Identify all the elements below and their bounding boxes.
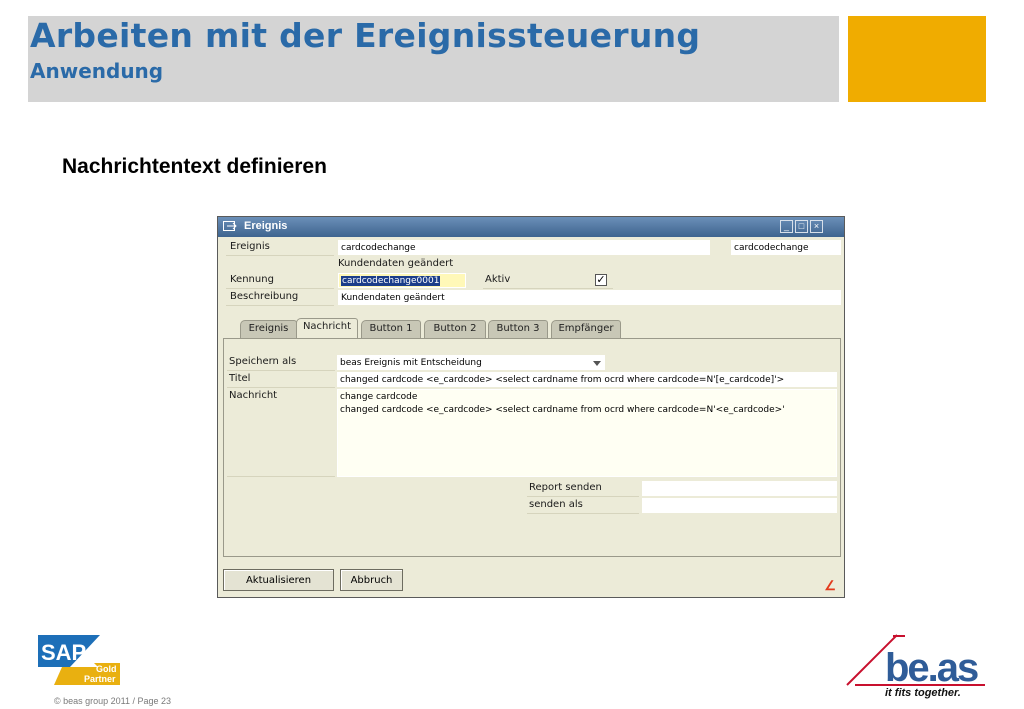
window-title: Ereignis: [244, 220, 288, 232]
senden-als-field[interactable]: [642, 498, 837, 513]
ereignis-description: Kundendaten geändert: [338, 258, 454, 269]
separator: [227, 387, 335, 388]
section-heading: Nachrichtentext definieren: [62, 155, 327, 178]
window-icon: [223, 221, 237, 232]
tab-nachricht[interactable]: Nachricht: [296, 318, 358, 339]
tab-empfaenger[interactable]: Empfänger: [551, 320, 621, 338]
maximize-button[interactable]: □: [795, 220, 808, 233]
chevron-down-icon[interactable]: [593, 361, 601, 366]
tab-ereignis[interactable]: Ereignis: [240, 320, 297, 338]
titel-label: Titel: [229, 373, 251, 384]
report-senden-label: Report senden: [529, 482, 602, 493]
close-button[interactable]: ×: [810, 220, 823, 233]
sap-logo-text: SAP: [41, 640, 86, 665]
sap-gold-partner-logo: SAP Gold Partner: [38, 635, 120, 685]
separator: [226, 255, 334, 256]
sap-badge-line2: Partner: [84, 674, 116, 684]
nachricht-line: change cardcode: [340, 392, 418, 402]
aktiv-label: Aktiv: [485, 274, 511, 285]
report-senden-field[interactable]: [642, 481, 837, 496]
separator: [227, 476, 335, 477]
nachricht-line: changed cardcode <e_cardcode> <select ca…: [340, 405, 785, 415]
slide-subtitle: Anwendung: [30, 59, 164, 83]
tab-button-1[interactable]: Button 1: [361, 320, 421, 338]
nachricht-tab-panel: Speichern als beas Ereignis mit Entschei…: [223, 338, 841, 557]
beas-tagline: it fits together.: [885, 687, 961, 699]
ereignis-code-field[interactable]: cardcodechange: [731, 240, 841, 255]
separator: [527, 496, 639, 497]
slide-title: Arbeiten mit der Ereignissteuerung: [30, 16, 701, 55]
kennung-label: Kennung: [230, 274, 274, 285]
ereignis-field[interactable]: cardcodechange: [338, 240, 710, 255]
separator: [483, 288, 613, 289]
aktiv-checkbox[interactable]: ✓: [595, 274, 607, 286]
kennung-value: cardcodechange0001: [341, 276, 441, 286]
minimize-button[interactable]: _: [780, 220, 793, 233]
header-accent-block: [848, 16, 986, 102]
beschreibung-field[interactable]: Kundendaten geändert: [338, 290, 841, 305]
page-footer: © beas group 2011 / Page 23: [54, 696, 172, 706]
separator: [527, 513, 639, 514]
beas-logo-text: be.as: [885, 646, 978, 690]
separator: [226, 305, 334, 306]
ereignis-window: Ereignis _ □ × Ereignis cardcodechange c…: [217, 216, 845, 598]
abbruch-button[interactable]: Abbruch: [340, 569, 403, 591]
nachricht-label: Nachricht: [229, 390, 278, 401]
separator: [227, 370, 335, 371]
senden-als-label: senden als: [529, 499, 583, 510]
aktualisieren-button[interactable]: Aktualisieren: [223, 569, 334, 591]
separator: [226, 288, 334, 289]
resize-grip-icon[interactable]: ∠: [824, 579, 836, 592]
window-titlebar[interactable]: Ereignis _ □ ×: [218, 217, 844, 237]
tab-button-3[interactable]: Button 3: [488, 320, 548, 338]
nachricht-textarea[interactable]: change cardcode changed cardcode <e_card…: [337, 389, 837, 477]
ereignis-label: Ereignis: [230, 241, 270, 252]
sap-badge-line1: Gold: [96, 664, 117, 674]
titel-field[interactable]: changed cardcode <e_cardcode> <select ca…: [337, 372, 837, 387]
speichern-als-label: Speichern als: [229, 356, 297, 367]
speichern-als-value: beas Ereignis mit Entscheidung: [340, 358, 482, 368]
kennung-field[interactable]: cardcodechange0001: [338, 273, 466, 288]
beschreibung-label: Beschreibung: [230, 291, 299, 302]
speichern-als-dropdown[interactable]: beas Ereignis mit Entscheidung: [337, 355, 605, 370]
beas-logo: be.as it fits together.: [845, 633, 990, 699]
tab-button-2[interactable]: Button 2: [424, 320, 486, 338]
